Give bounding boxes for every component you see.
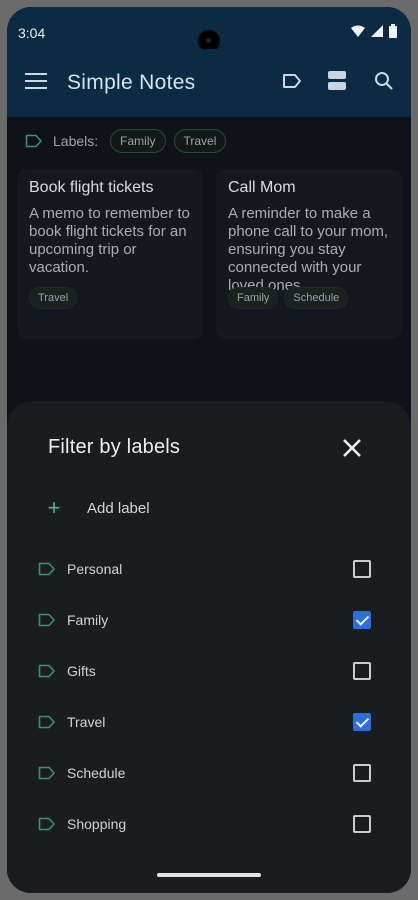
status-time: 3:04 — [18, 25, 46, 41]
label-name: Family — [67, 612, 109, 628]
label-name: Travel — [67, 714, 106, 730]
label-icon — [38, 715, 55, 729]
label-item-shopping[interactable]: Shopping — [7, 799, 411, 850]
label-checkbox[interactable] — [353, 764, 371, 782]
device-screen: 3:04 Simple Notes Labels: Family Travel … — [7, 7, 411, 893]
note-card[interactable]: Call Mom A reminder to make a phone call… — [216, 169, 402, 339]
app-title: Simple Notes — [67, 71, 196, 94]
label-name: Gifts — [67, 663, 96, 679]
active-labels-row: Labels: Family Travel — [25, 129, 227, 153]
wifi-icon — [351, 25, 365, 37]
note-label-chip: Family — [228, 287, 279, 309]
label-item-personal[interactable]: Personal — [7, 544, 411, 595]
label-checkbox[interactable] — [353, 560, 371, 578]
label-item-gifts[interactable]: Gifts — [7, 646, 411, 697]
label-checkbox[interactable] — [353, 713, 371, 731]
label-list: Personal Family Gifts Travel Schedule Sh… — [7, 544, 411, 850]
battery-icon — [389, 24, 397, 38]
note-body: A memo to remember to book flight ticket… — [29, 205, 190, 276]
app-bar: Simple Notes — [7, 49, 411, 117]
view-layout-icon[interactable] — [328, 71, 346, 91]
label-checkbox[interactable] — [353, 611, 371, 629]
label-icon — [38, 766, 55, 780]
home-indicator[interactable] — [157, 873, 261, 877]
status-icons — [351, 24, 397, 38]
note-body: A reminder to make a phone call to your … — [228, 205, 389, 294]
label-item-travel[interactable]: Travel — [7, 697, 411, 748]
signal-icon — [371, 25, 383, 37]
label-icon — [38, 817, 55, 831]
labels-row-label: Labels: — [53, 133, 99, 149]
status-bar: 3:04 — [7, 7, 411, 52]
add-label-text: Add label — [87, 499, 150, 517]
label-checkbox[interactable] — [353, 662, 371, 680]
label-item-schedule[interactable]: Schedule — [7, 748, 411, 799]
plus-icon: + — [47, 495, 61, 520]
menu-icon[interactable] — [25, 73, 47, 89]
note-title: Book flight tickets — [29, 179, 154, 196]
note-label-chip: Schedule — [284, 287, 349, 309]
label-icon — [38, 613, 55, 627]
label-name: Shopping — [67, 816, 127, 832]
label-icon — [38, 664, 55, 678]
filter-labels-sheet: Filter by labels + Add label Personal Fa… — [7, 401, 411, 893]
label-checkbox[interactable] — [353, 815, 371, 833]
label-chip-travel[interactable]: Travel — [173, 129, 227, 153]
label-name: Personal — [67, 561, 123, 577]
sheet-title: Filter by labels — [48, 436, 181, 458]
close-icon[interactable] — [340, 436, 364, 460]
label-name: Schedule — [67, 765, 126, 781]
note-label-chip: Travel — [29, 287, 78, 309]
label-icon — [25, 134, 42, 148]
search-icon[interactable] — [374, 71, 394, 91]
label-filter-icon[interactable] — [282, 73, 302, 89]
label-icon — [38, 562, 55, 576]
note-card[interactable]: Book flight tickets A memo to remember t… — [17, 169, 203, 339]
label-item-family[interactable]: Family — [7, 595, 411, 646]
add-label-button[interactable]: + Add label — [43, 497, 150, 519]
note-title: Call Mom — [228, 179, 296, 196]
label-chip-family[interactable]: Family — [110, 129, 166, 153]
